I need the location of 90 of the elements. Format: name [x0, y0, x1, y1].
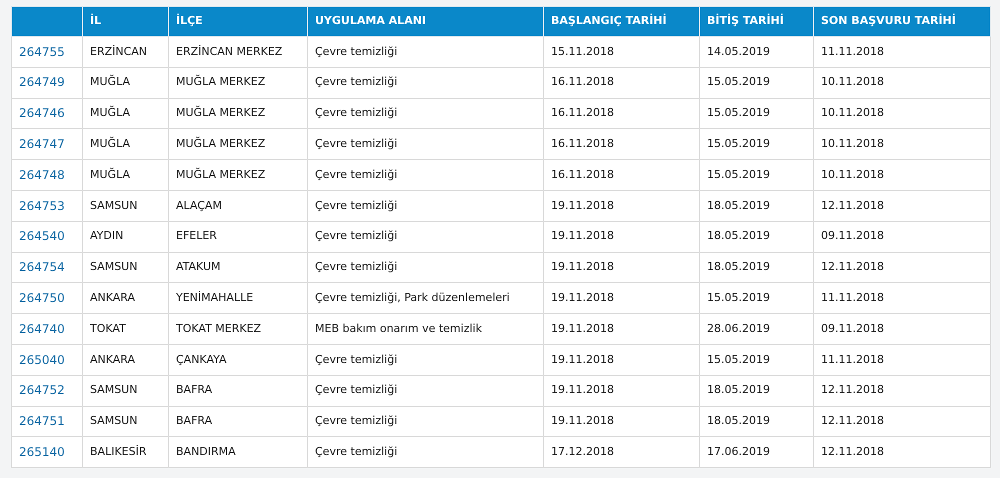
table-cell: 16.11.2018	[551, 168, 614, 181]
table-cell: 19.11.2018	[551, 291, 614, 304]
table-cell: BALIKESİR	[90, 445, 146, 458]
table-cell: SAMSUN	[90, 414, 138, 428]
table-cell: MUĞLA	[90, 75, 130, 88]
table-cell: Çevre temizliği	[315, 414, 398, 428]
table-cell: 16.11.2018	[551, 137, 614, 150]
table-cell: 09.11.2018	[821, 229, 884, 242]
table-cell: 15.11.2018	[551, 44, 614, 58]
table-cell: 19.11.2018	[551, 383, 614, 396]
column-header: SON BAŞVURU TARİHİ	[821, 14, 956, 28]
table-cell: MUĞLA MERKEZ	[176, 75, 266, 88]
table-cell: 11.11.2018	[821, 352, 884, 366]
table-cell: Çevre temizliği	[315, 75, 398, 88]
column-header: İLÇE	[176, 14, 203, 28]
table-cell: Çevre temizliği	[315, 106, 398, 120]
table-cell: SAMSUN	[90, 260, 138, 274]
table-cell: 10.11.2018	[821, 106, 884, 120]
table-cell: TOKAT MERKEZ	[176, 322, 262, 335]
table-cell: Çevre temizliği	[315, 445, 398, 458]
table-cell: 15.05.2019	[707, 291, 770, 304]
table-cell: YENİMAHALLE	[176, 291, 254, 304]
table-cell: Çevre temizliği	[315, 198, 398, 212]
table-cell: 12.11.2018	[821, 445, 884, 458]
table-cell: 15.05.2019	[707, 137, 770, 150]
table-cell: 18.05.2019	[707, 383, 770, 396]
table-cell: 12.11.2018	[821, 383, 884, 396]
table-cell: Çevre temizliği	[315, 229, 398, 242]
table-cell: 17.12.2018	[551, 445, 614, 458]
table-cell: ÇANKAYA	[176, 352, 227, 366]
table-cell: EFELER	[176, 229, 217, 242]
column-header: İL	[90, 14, 102, 28]
table-cell: 19.11.2018	[551, 414, 614, 428]
table-cell: 15.05.2019	[707, 106, 770, 120]
table-cell: 12.11.2018	[821, 198, 884, 212]
table-cell: 18.05.2019	[707, 260, 770, 274]
table-cell: 19.11.2018	[551, 198, 614, 212]
table-cell: ATAKUM	[176, 260, 221, 274]
table-cell: 17.06.2019	[707, 445, 770, 458]
table-cell: MUĞLA	[90, 168, 130, 181]
table-cell: 16.11.2018	[551, 75, 614, 88]
table-cell: 12.11.2018	[821, 414, 884, 428]
table-cell: 19.11.2018	[551, 352, 614, 366]
table-cell: ALAÇAM	[176, 198, 222, 212]
table-cell: SAMSUN	[90, 383, 138, 396]
table-cell: 15.05.2019	[707, 168, 770, 181]
table-cell: 10.11.2018	[821, 137, 884, 150]
table-cell: 14.05.2019	[707, 44, 770, 58]
column-header: BİTİŞ TARİHİ	[707, 14, 784, 28]
table-cell: MUĞLA MERKEZ	[176, 168, 266, 181]
table-cell: 09.11.2018	[821, 322, 884, 335]
table-cell: 18.05.2019	[707, 414, 770, 428]
table-cell: MUĞLA	[90, 106, 130, 120]
table-cell: ERZİNCAN MERKEZ	[176, 44, 282, 58]
column-header: UYGULAMA ALANI	[315, 14, 426, 28]
table-cell: 15.05.2019	[707, 352, 770, 366]
table-cell: 11.11.2018	[821, 44, 884, 58]
table-cell: 19.11.2018	[551, 260, 614, 274]
table-cell: Çevre temizliği	[315, 44, 398, 58]
table-cell: BAFRA	[176, 383, 212, 396]
table-cell: 19.11.2018	[551, 322, 614, 335]
table-cell: Çevre temizliği	[315, 352, 398, 366]
table-cell: 10.11.2018	[821, 75, 884, 88]
table-cell: Çevre temizliği	[315, 383, 398, 396]
table-cell: 18.05.2019	[707, 198, 770, 212]
table-cell: ANKARA	[90, 352, 136, 366]
table-cell: BANDIRMA	[176, 445, 236, 458]
table-cell: MUĞLA	[90, 137, 130, 150]
table-cell: Çevre temizliği	[315, 168, 398, 181]
table-cell: MEB bakım onarım ve temizlik	[315, 322, 482, 335]
table-cell: Çevre temizliği	[315, 260, 398, 274]
table-cell: 18.05.2019	[707, 229, 770, 242]
table-cell: AYDIN	[90, 229, 124, 242]
table-cell: ERZİNCAN	[90, 44, 148, 58]
table-cell: 15.05.2019	[707, 75, 770, 88]
table-cell: 10.11.2018	[821, 168, 884, 181]
table-cell: TOKAT	[90, 322, 126, 335]
table-cell: Çevre temizliği, Park düzenlemeleri	[315, 291, 510, 304]
table-cell: MUĞLA MERKEZ	[176, 106, 266, 120]
table-cell: 11.11.2018	[821, 291, 884, 304]
table-cell: BAFRA	[176, 414, 212, 428]
table-cell: 28.06.2019	[707, 322, 770, 335]
table-cell: SAMSUN	[90, 198, 138, 212]
table-cell: 16.11.2018	[551, 106, 614, 120]
table-cell: MUĞLA MERKEZ	[176, 137, 266, 150]
table-cell: Çevre temizliği	[315, 137, 398, 150]
table-cell: 12.11.2018	[821, 260, 884, 274]
table-cell: 19.11.2018	[551, 229, 614, 242]
table-cell: ANKARA	[90, 291, 136, 304]
column-header: BAŞLANGIÇ TARİHİ	[551, 14, 667, 28]
